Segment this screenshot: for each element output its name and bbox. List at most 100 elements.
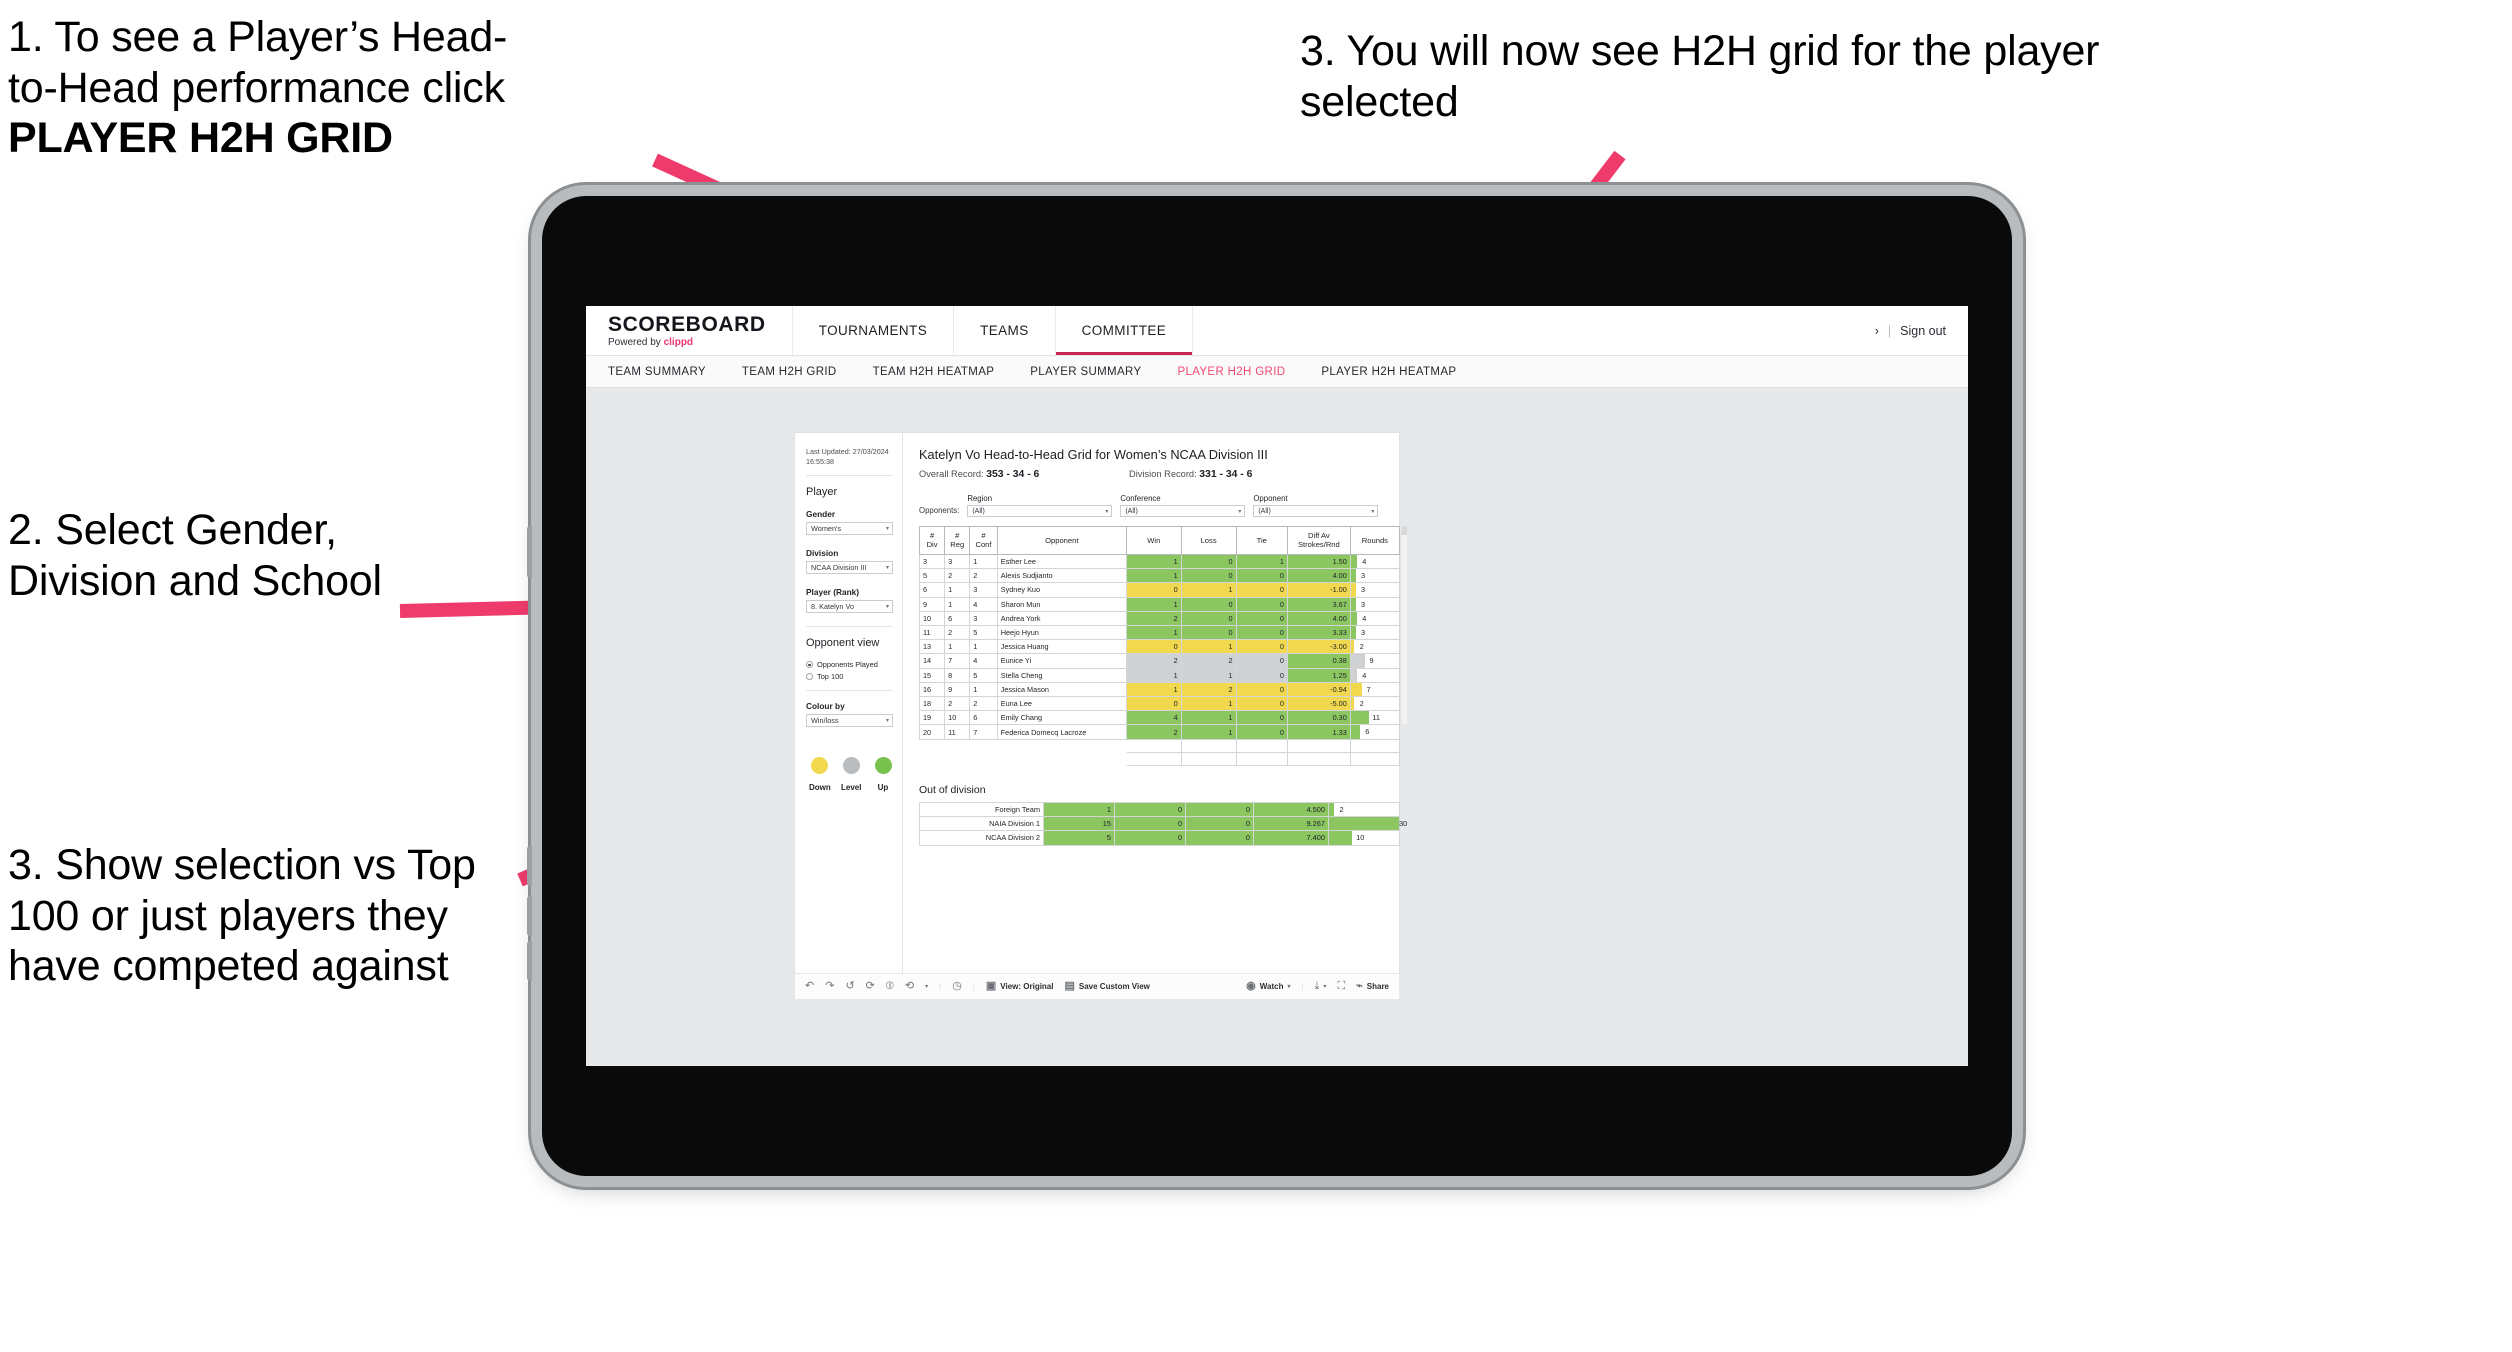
table-row-empty — [918, 738, 1401, 753]
cell-diff: 3.33 — [1286, 624, 1351, 641]
conference-filter-select[interactable]: (All) ▾ — [1120, 505, 1246, 517]
out-of-division-row[interactable]: Foreign Team 1 0 0 4.500 2 — [919, 801, 1400, 818]
cell-div: 15 — [918, 667, 946, 683]
view-original-button[interactable]: ▣ View: Original — [986, 981, 1054, 992]
nav-item-committee[interactable]: COMMITTEE — [1056, 306, 1194, 355]
rounds-value: 2 — [1359, 642, 1364, 652]
clock-icon[interactable]: ◷ — [952, 981, 962, 992]
cell-diff: 4.00 — [1286, 568, 1351, 584]
cell-empty — [1125, 751, 1182, 766]
chevron-down-icon[interactable]: ▾ — [925, 983, 928, 990]
cell-rounds: 4 — [1349, 610, 1401, 626]
region-filter-select[interactable]: (All) ▾ — [967, 505, 1113, 517]
cell-div: 9 — [918, 596, 946, 612]
legend-dot-down-icon — [810, 757, 828, 775]
loop-icon[interactable]: ⟲ — [905, 981, 914, 992]
app-header: SCOREBOARD Powered by clippd TOURNAMENTS… — [586, 306, 1968, 356]
table-row[interactable]: 11 2 5 Heejo Hyun 1 0 0 3.33 3 — [918, 624, 1401, 641]
cell-empty — [1235, 738, 1288, 753]
table-row[interactable]: 9 1 4 Sharon Mun 1 0 0 3.67 3 — [918, 596, 1401, 612]
out-of-division-row[interactable]: NAIA Division 1 15 0 0 9.267 30 — [919, 816, 1407, 832]
table-row[interactable]: 14 7 4 Eunice Yi 2 2 0 0.38 9 — [918, 653, 1401, 669]
tab-player-h2h-heatmap[interactable]: PLAYER H2H HEATMAP — [1321, 366, 1456, 378]
table-row[interactable]: 19 10 6 Emily Chang 4 1 0 0.30 11 — [918, 710, 1401, 726]
tablet-device: SCOREBOARD Powered by clippd TOURNAMENTS… — [527, 196, 2012, 1176]
th-diff-bottom: Strokes/Rnd — [1297, 540, 1340, 550]
cell-loss: 0 — [1180, 624, 1237, 641]
cell-reg: 1 — [944, 582, 971, 598]
redo-icon[interactable]: ↷ — [825, 981, 834, 992]
sign-out-link[interactable]: Sign out — [1900, 324, 1946, 338]
tab-team-summary[interactable]: TEAM SUMMARY — [608, 366, 706, 378]
cell-div: 16 — [918, 681, 946, 698]
cell-empty — [996, 738, 1127, 753]
pause-icon[interactable]: ⦶ — [886, 981, 894, 992]
out-of-division-row[interactable]: NCAA Division 2 5 0 0 7.400 10 — [919, 830, 1400, 846]
cell-reg: 10 — [944, 710, 971, 726]
division-filter-value: NCAA Division III — [811, 563, 867, 573]
region-filter: Region (All) ▾ — [967, 494, 1113, 517]
colour-by-select[interactable]: Win/loss ▾ — [806, 714, 893, 728]
table-row[interactable]: 10 6 3 Andrea York 2 0 0 4.00 4 — [918, 610, 1401, 626]
tab-team-h2h-heatmap[interactable]: TEAM H2H HEATMAP — [873, 366, 995, 378]
cell-diff: 0.38 — [1286, 653, 1351, 669]
opponent-filter-select[interactable]: (All) ▾ — [1253, 505, 1379, 517]
table-scrollbar-thumb[interactable] — [1402, 526, 1407, 535]
cell-win: 1 — [1125, 624, 1182, 641]
colour-by-value: Win/loss — [811, 716, 839, 726]
cell-rounds: 7 — [1349, 681, 1401, 698]
nav-item-teams[interactable]: TEAMS — [954, 306, 1056, 355]
refresh-icon[interactable]: ⟳ — [866, 981, 875, 992]
tab-player-summary[interactable]: PLAYER SUMMARY — [1030, 366, 1141, 378]
player-rank-filter-select[interactable]: 8. Katelyn Vo ▾ — [806, 600, 893, 614]
annotation-2: 2. Select Gender, Division and School — [8, 506, 382, 605]
table-row[interactable]: 6 1 3 Sydney Kuo 0 1 0 -1.00 3 — [918, 582, 1401, 598]
share-icon: ⌁ — [1356, 980, 1363, 992]
dashboard-canvas: Last Updated: 27/03/2024 16:55:38 Player… — [586, 388, 1968, 1066]
rounds-value: 4 — [1362, 556, 1367, 566]
cell-loss: 0 — [1180, 568, 1237, 584]
rounds-bar — [1350, 625, 1356, 640]
table-row[interactable]: 15 8 5 Stella Cheng 1 1 0 1.25 4 — [918, 667, 1401, 683]
conference-filter-label: Conference — [1120, 494, 1161, 503]
radio-opponents-played[interactable]: Opponents Played — [806, 660, 893, 669]
cell-rounds: 6 — [1349, 724, 1401, 740]
cell-loss: 1 — [1180, 667, 1237, 683]
revert-icon[interactable]: ↺ — [845, 981, 854, 992]
nav-item-tournaments[interactable]: TOURNAMENTS — [793, 306, 955, 355]
table-row[interactable]: 20 11 7 Federica Domecq Lacroze 2 1 0 1.33 6 — [918, 724, 1401, 740]
cell-conf: 2 — [969, 568, 998, 584]
cell-empty — [1286, 751, 1351, 766]
chevron-down-icon: ▾ — [885, 718, 889, 725]
table-row[interactable]: 3 3 1 Esther Lee 1 0 1 1.50 4 — [918, 553, 1401, 570]
out-of-division-title: Out of division — [919, 783, 986, 796]
cell-opponent: Eunice Yi — [996, 653, 1127, 669]
save-custom-view-button[interactable]: ▤ Save Custom View — [1064, 981, 1149, 992]
chevron-right-icon[interactable]: › — [1875, 324, 1879, 338]
table-row[interactable]: 18 2 2 Euna Lee 0 1 0 -5.00 2 — [918, 695, 1401, 712]
rounds-bar — [1350, 611, 1358, 625]
division-filter-select[interactable]: NCAA Division III ▾ — [806, 561, 893, 575]
brand-title: SCOREBOARD — [608, 312, 766, 336]
gender-filter-select[interactable]: Women's ▾ — [806, 522, 893, 536]
tab-team-h2h-grid[interactable]: TEAM H2H GRID — [742, 366, 837, 378]
volume-button-down — [527, 896, 532, 936]
table-row[interactable]: 16 9 1 Jessica Mason 1 2 0 -0.94 7 — [918, 681, 1401, 698]
table-row[interactable]: 5 2 2 Alexis Sudjianto 1 0 0 4.00 3 — [918, 568, 1401, 584]
cell-opponent: Emily Chang — [996, 710, 1127, 726]
tab-player-h2h-grid[interactable]: PLAYER H2H GRID — [1177, 366, 1285, 378]
th-diff-top: Diff Av — [1308, 531, 1330, 540]
download-button[interactable]: ⤓ ▾ — [1315, 981, 1327, 992]
cell-diff: -0.94 — [1286, 681, 1351, 698]
top-navigation: TOURNAMENTS TEAMS COMMITTEE — [793, 306, 1194, 355]
share-button[interactable]: ⌁ Share — [1356, 981, 1389, 992]
table-scrollbar-track[interactable] — [1402, 526, 1407, 724]
colour-legend: Down Level Up — [806, 757, 893, 792]
radio-top-100[interactable]: Top 100 — [806, 672, 893, 681]
legend-dot-level-icon — [842, 757, 860, 775]
cell-reg: 3 — [944, 553, 971, 570]
watch-button[interactable]: ◉ Watch ▾ — [1246, 981, 1290, 992]
table-row[interactable]: 13 1 1 Jessica Huang 0 1 0 -3.00 2 — [918, 639, 1401, 655]
fullscreen-button[interactable]: ⛶ — [1337, 981, 1345, 992]
undo-icon[interactable]: ↶ — [805, 981, 814, 992]
